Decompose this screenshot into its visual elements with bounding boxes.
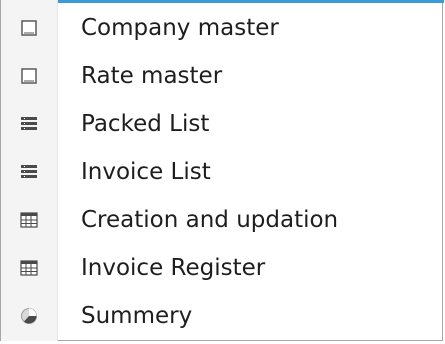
list-icon [1,100,57,148]
menu-item-company-master[interactable]: Company master [1,4,444,52]
menu-item-label: Invoice Register [81,255,266,281]
menu-item-invoice-list[interactable]: Invoice List [1,148,444,196]
menu-item-creation-and-updation[interactable]: Creation and updation [1,196,444,244]
menu-item-rate-master[interactable]: Rate master [1,52,444,100]
blank-document-icon [1,4,57,52]
menu-item-label: Creation and updation [81,207,339,233]
context-menu: Company master Rate master Packed List I… [0,0,444,341]
menu-item-label: Invoice List [81,159,211,185]
pie-chart-icon [1,292,57,340]
table-grid-icon [1,196,57,244]
menu-item-label: Summery [81,303,193,329]
menu-item-packed-list[interactable]: Packed List [1,100,444,148]
list-icon [1,148,57,196]
menu-item-invoice-register[interactable]: Invoice Register [1,244,444,292]
menu-item-label: Packed List [81,111,210,137]
menu-item-label: Rate master [81,63,223,89]
blank-document-icon [1,52,57,100]
menu-accent-edge [53,0,444,3]
table-grid-icon [1,244,57,292]
menu-item-label: Company master [81,15,279,41]
menu-item-summery[interactable]: Summery [1,292,444,340]
